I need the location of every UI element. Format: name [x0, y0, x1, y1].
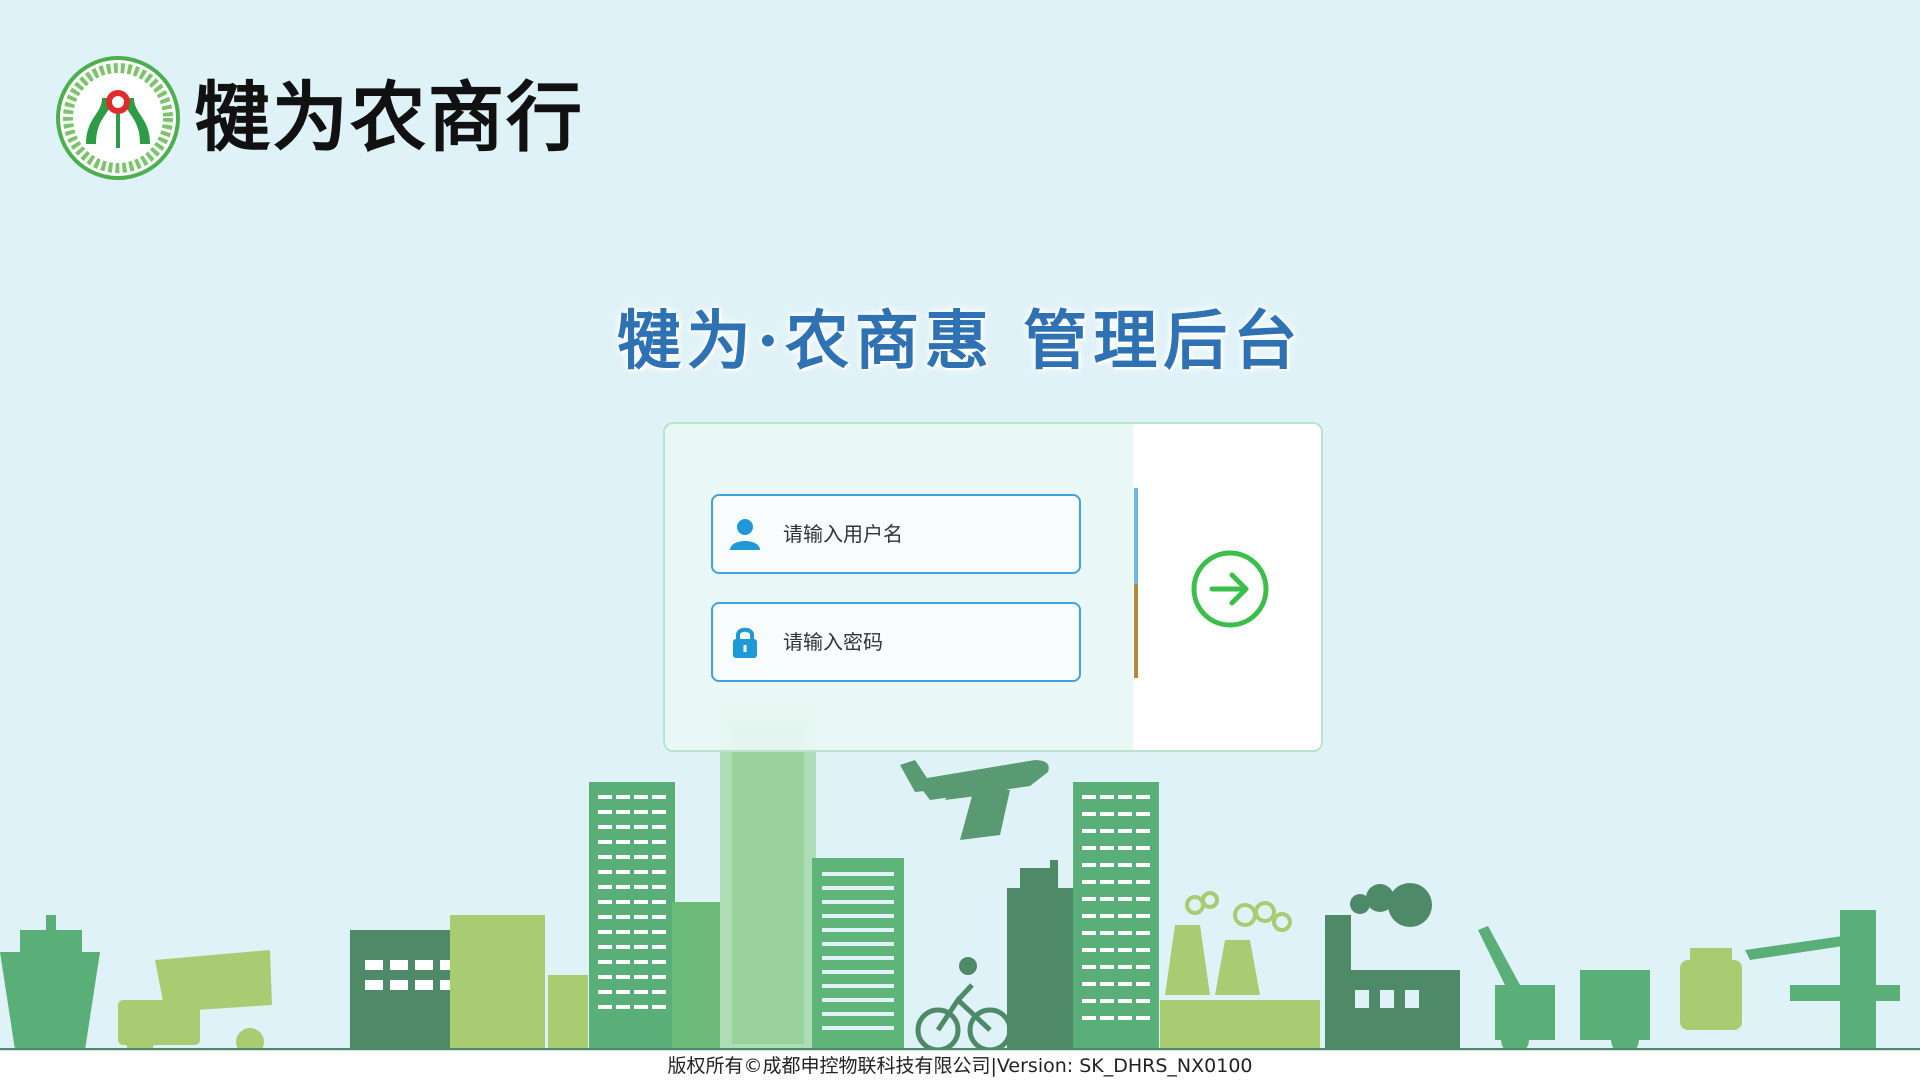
brand-name: 犍为农商行	[194, 73, 584, 162]
login-card	[663, 422, 1323, 752]
rcc-bank-logo-icon	[56, 56, 180, 180]
user-icon	[725, 514, 765, 554]
username-field[interactable]	[711, 494, 1081, 574]
footer-copyright: 版权所有©成都申控物联科技有限公司|Version: SK_DHRS_NX010…	[0, 1050, 1920, 1081]
login-submit-button[interactable]	[1190, 549, 1270, 629]
login-card-divider	[1134, 488, 1138, 678]
lock-icon	[725, 622, 765, 662]
page-title: 犍为·农商惠 管理后台	[616, 304, 1304, 379]
password-field[interactable]	[711, 602, 1081, 682]
arrow-right-circle-icon	[1191, 550, 1269, 628]
brand-header: 犍为农商行	[56, 56, 584, 180]
username-input[interactable]	[781, 521, 1065, 547]
password-input[interactable]	[781, 629, 1065, 655]
